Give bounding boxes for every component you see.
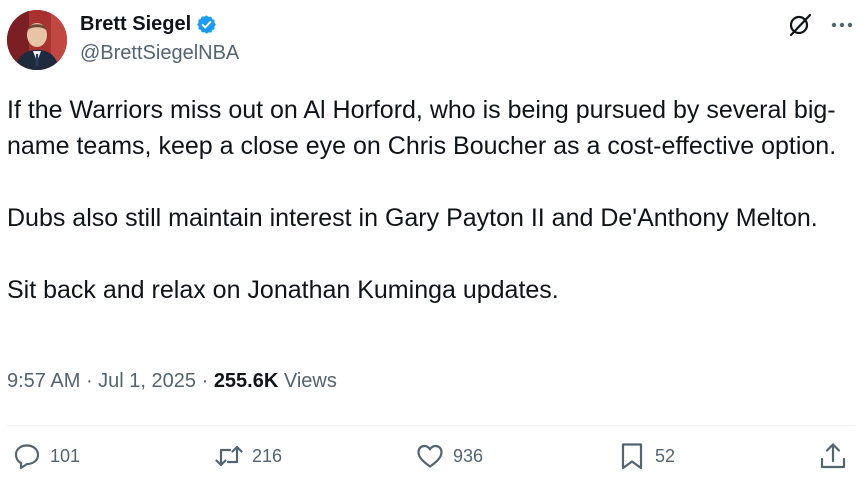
like-icon	[417, 444, 443, 468]
reply-count: 101	[50, 445, 81, 466]
tweet-paragraph: If the Warriors miss out on Al Horford, …	[7, 96, 837, 160]
share-button[interactable]	[818, 441, 848, 471]
like-count: 936	[453, 445, 484, 466]
meta-separator: ·	[80, 370, 99, 392]
repost-icon	[215, 445, 243, 467]
views-count[interactable]: 255.6K	[214, 370, 279, 393]
author-name[interactable]: Brett Siegel	[80, 13, 191, 36]
author-info: Brett Siegel @BrettSiegelNBA	[80, 13, 239, 65]
divider	[7, 425, 855, 426]
tweet-paragraph: Sit back and relax on Jonathan Kuminga u…	[7, 276, 559, 304]
reply-icon	[14, 444, 40, 470]
author-handle[interactable]: @BrettSiegelNBA	[80, 42, 239, 65]
like-button[interactable]: 936	[415, 441, 483, 471]
bookmark-button[interactable]: 52	[617, 441, 675, 471]
grok-icon[interactable]	[787, 12, 813, 38]
tweet-paragraph: Dubs also still maintain interest in Gar…	[7, 204, 818, 232]
views-label: Views	[283, 370, 337, 392]
bookmark-count: 52	[655, 445, 676, 466]
more-icon[interactable]	[829, 12, 855, 38]
tweet-time[interactable]: 9:57 AM	[7, 370, 80, 393]
avatar-image	[7, 10, 67, 70]
repost-button[interactable]: 216	[214, 441, 282, 471]
tweet-text: If the Warriors miss out on Al Horford, …	[7, 92, 862, 308]
share-icon	[820, 443, 846, 469]
reply-button[interactable]: 101	[12, 441, 80, 471]
meta-separator: ·	[196, 370, 214, 392]
tweet-card: Brett Siegel @BrettSiegelNBA If the Warr…	[0, 0, 867, 479]
avatar[interactable]	[7, 10, 67, 70]
bookmark-icon	[621, 443, 643, 470]
name-row: Brett Siegel	[80, 13, 239, 36]
verified-badge-icon[interactable]	[196, 14, 217, 35]
action-bar: 101 216 936 52	[0, 441, 867, 481]
tweet-date[interactable]: Jul 1, 2025	[98, 370, 196, 393]
tweet-meta: 9:57 AM · Jul 1, 2025 · 255.6K Views	[7, 370, 337, 393]
repost-count: 216	[252, 445, 283, 466]
top-actions	[787, 12, 855, 38]
